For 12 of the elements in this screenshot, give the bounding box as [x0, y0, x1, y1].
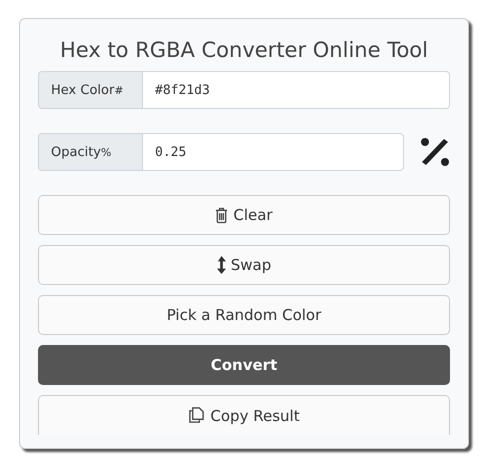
- action-button[interactable]: Swap: [38, 245, 450, 285]
- input-field[interactable]: 0.25: [143, 133, 404, 171]
- input-field[interactable]: #8f21d3: [143, 71, 450, 109]
- action-button[interactable]: Clear: [38, 195, 450, 235]
- trash-icon: [215, 206, 228, 224]
- action-button[interactable]: Pick a Random Color: [38, 295, 450, 335]
- up-down-arrow-icon: [216, 256, 226, 274]
- percent-icon: [420, 137, 450, 167]
- page-title: Hex to RGBA Converter Online Tool: [59, 37, 429, 64]
- action-button[interactable]: Convert: [38, 345, 450, 385]
- copy-icon: [188, 407, 206, 424]
- action-button[interactable]: Copy Result: [38, 395, 450, 435]
